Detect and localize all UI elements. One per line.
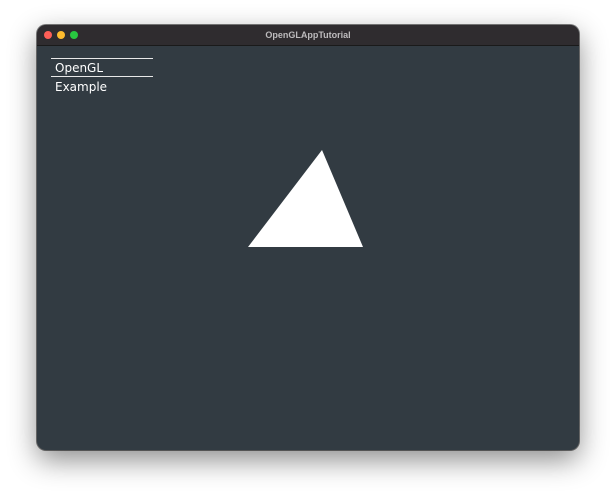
opengl-canvas xyxy=(248,150,363,247)
triangle xyxy=(248,150,363,247)
opengl-example-label: OpenGL Example xyxy=(51,58,153,94)
app-window: OpenGLAppTutorial OpenGL Example xyxy=(37,25,579,450)
